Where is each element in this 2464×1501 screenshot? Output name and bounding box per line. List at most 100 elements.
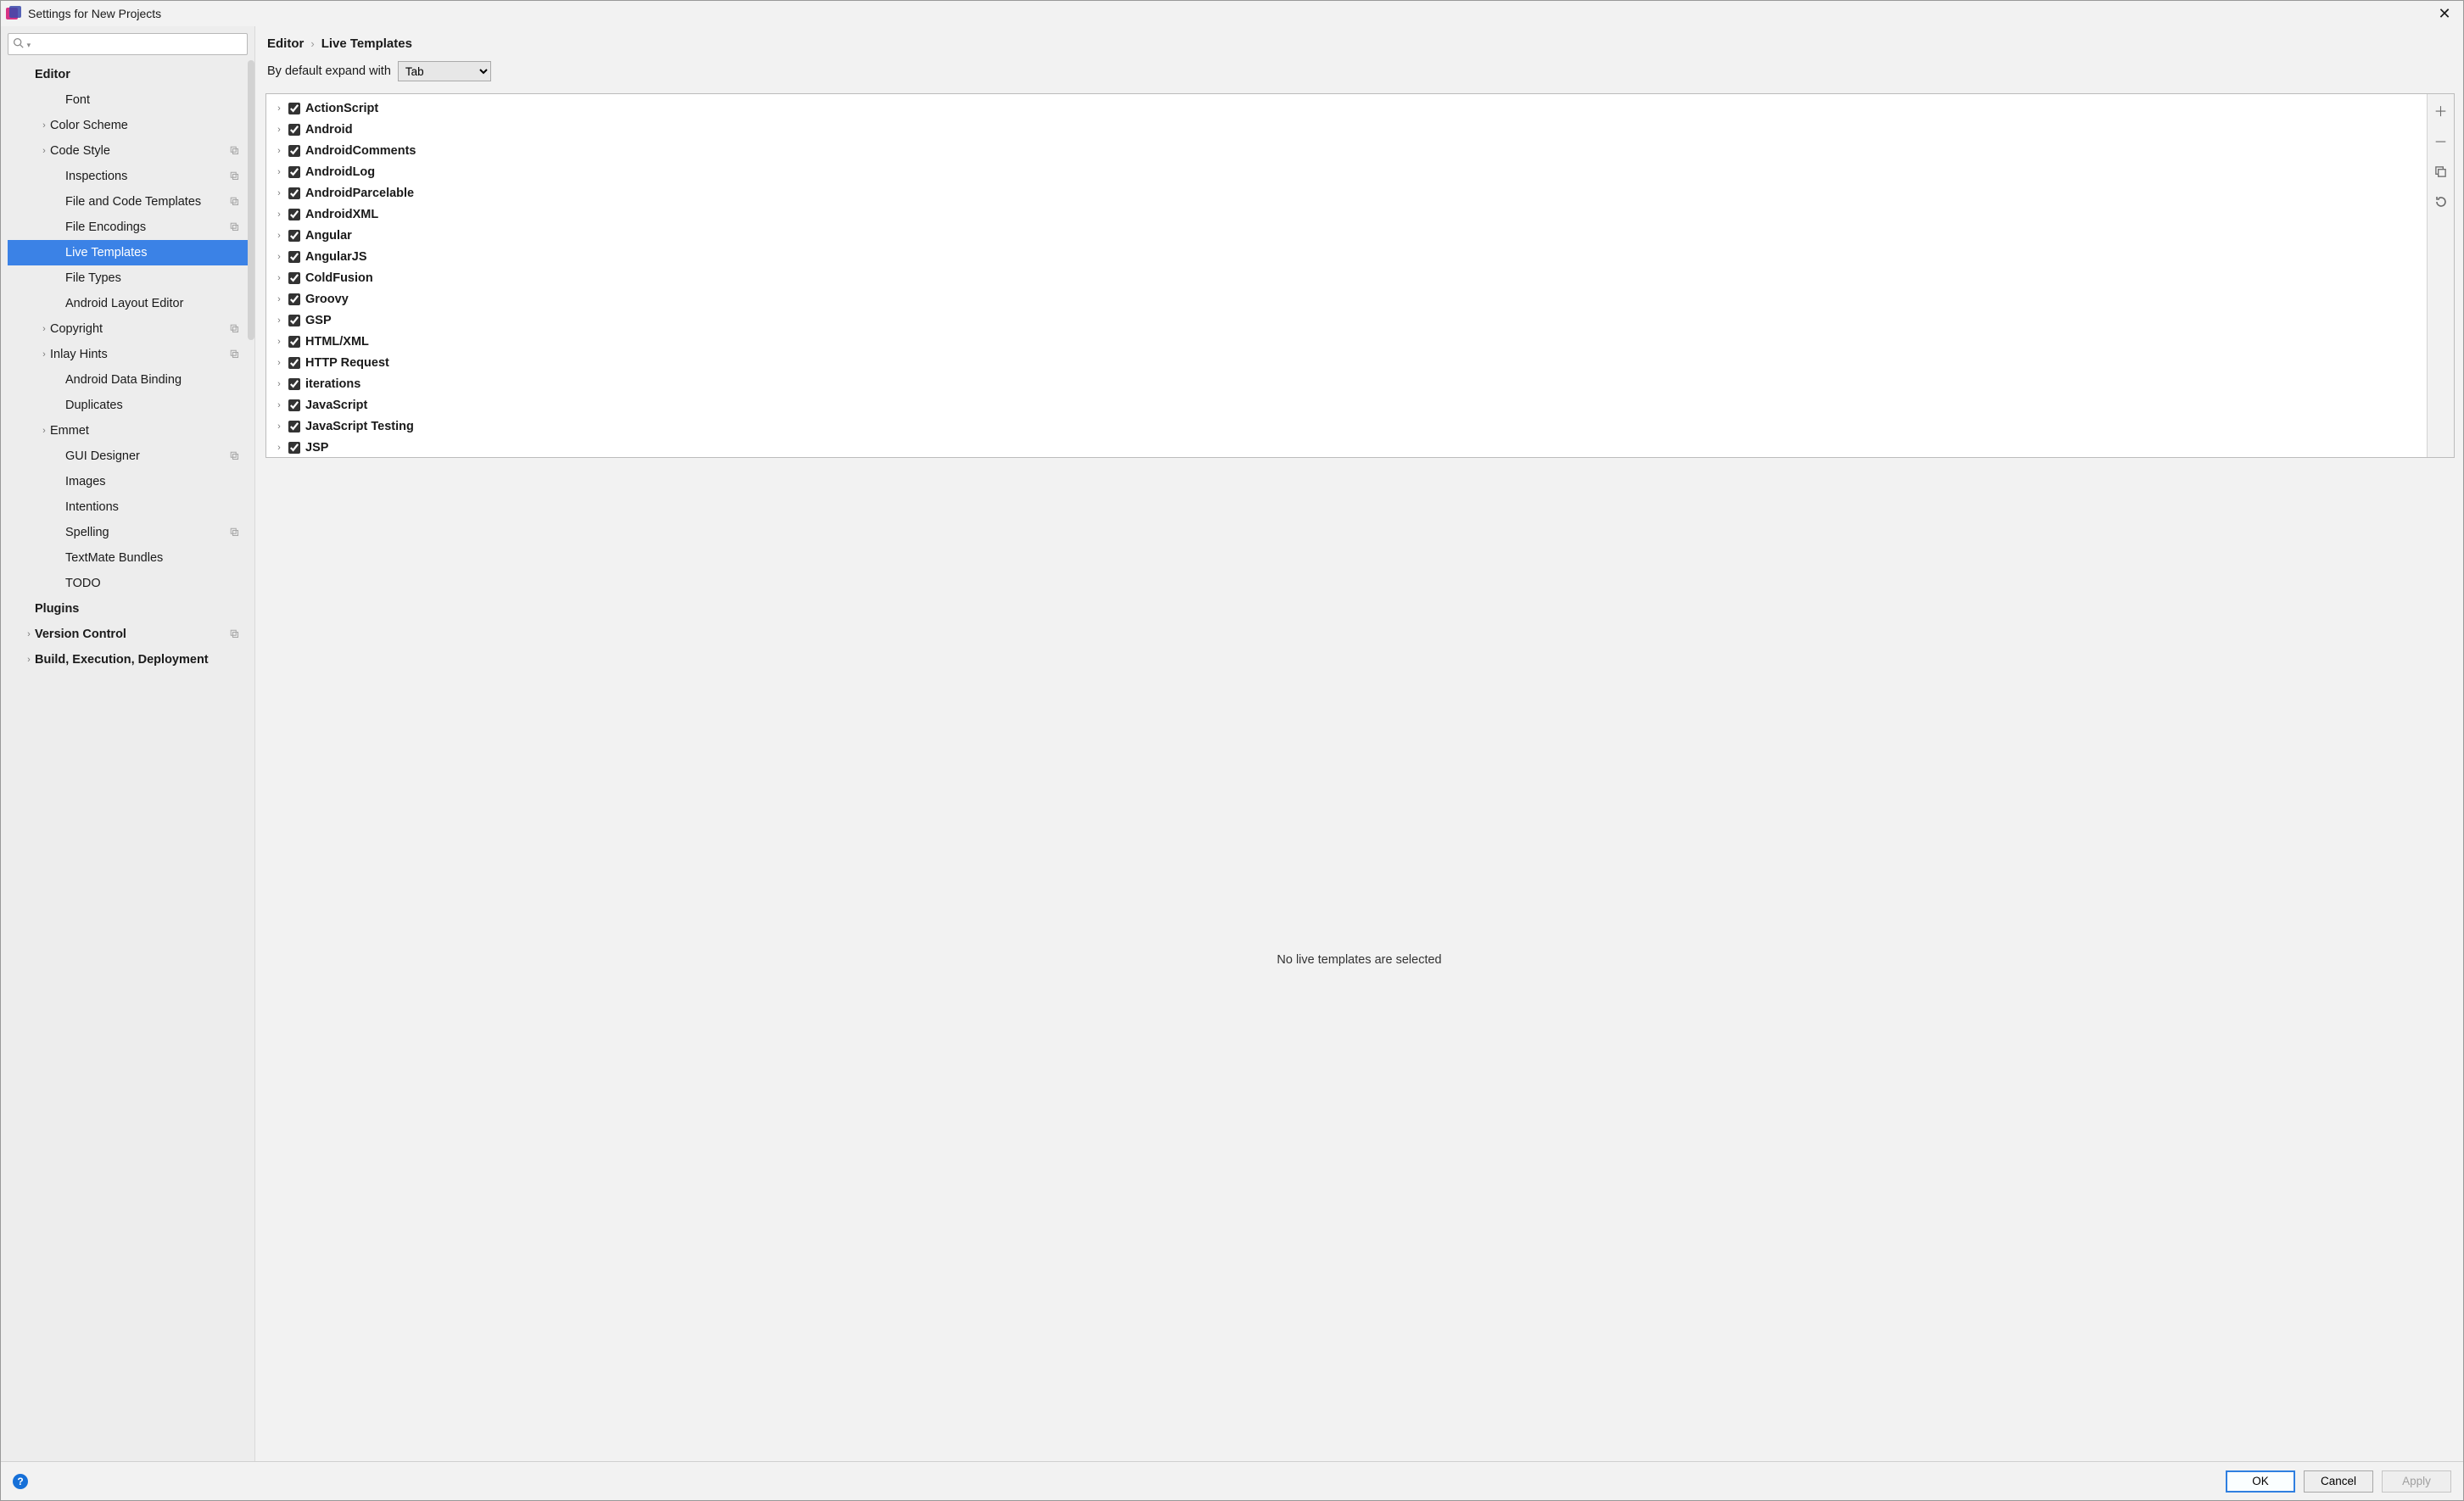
content-pane: Editor › Live Templates By default expan… <box>255 26 2463 1461</box>
settings-tree[interactable]: EditorFont›Color Scheme›Code StyleInspec… <box>8 62 248 1461</box>
chevron-right-icon[interactable]: › <box>273 188 285 198</box>
sidebar-item-label: Live Templates <box>65 246 239 259</box>
sidebar-item[interactable]: Live Templates <box>8 240 248 265</box>
sidebar-item[interactable]: ›Build, Execution, Deployment <box>8 647 248 672</box>
chevron-right-icon[interactable]: › <box>273 358 285 368</box>
default-expand-select[interactable]: Tab <box>398 61 491 81</box>
add-icon[interactable]: ＋ <box>2432 101 2450 120</box>
sidebar-item[interactable]: ›Color Scheme <box>8 113 248 138</box>
chevron-right-icon[interactable]: › <box>273 273 285 283</box>
chevron-right-icon[interactable]: › <box>273 421 285 432</box>
sidebar-item[interactable]: Images <box>8 469 248 494</box>
template-group-checkbox[interactable] <box>288 442 300 454</box>
sidebar-item[interactable]: Duplicates <box>8 393 248 418</box>
chevron-right-icon[interactable]: › <box>273 294 285 304</box>
cancel-button[interactable]: Cancel <box>2304 1470 2373 1493</box>
sidebar-item[interactable]: File Encodings <box>8 215 248 240</box>
template-group-row[interactable]: ›HTML/XML <box>266 331 2427 352</box>
sidebar-item[interactable]: ›Code Style <box>8 138 248 164</box>
template-group-checkbox[interactable] <box>288 124 300 136</box>
sidebar-item-label: Code Style <box>50 144 229 158</box>
breadcrumb-root[interactable]: Editor <box>267 36 304 51</box>
sidebar-item[interactable]: Spelling <box>8 520 248 545</box>
chevron-right-icon[interactable]: › <box>273 337 285 347</box>
template-group-name: JSP <box>305 441 328 455</box>
scheme-copy-icon <box>229 170 239 183</box>
template-group-row[interactable]: ›AngularJS <box>266 246 2427 267</box>
remove-icon[interactable]: － <box>2432 131 2450 150</box>
help-icon[interactable]: ? <box>13 1474 28 1489</box>
search-input[interactable] <box>8 33 248 55</box>
template-group-row[interactable]: ›AndroidXML <box>266 204 2427 225</box>
template-group-row[interactable]: ›iterations <box>266 373 2427 394</box>
sidebar-item[interactable]: TextMate Bundles <box>8 545 248 571</box>
template-group-row[interactable]: › HTTP Request <box>266 352 2427 373</box>
chevron-right-icon[interactable]: › <box>273 209 285 220</box>
template-group-checkbox[interactable] <box>288 103 300 114</box>
sidebar-item-label: TODO <box>65 577 239 590</box>
template-group-row[interactable]: ›AndroidComments <box>266 140 2427 161</box>
template-group-checkbox[interactable] <box>288 421 300 432</box>
sidebar-item[interactable]: Intentions <box>8 494 248 520</box>
template-group-checkbox[interactable] <box>288 293 300 305</box>
template-group-checkbox[interactable] <box>288 357 300 369</box>
sidebar-item[interactable]: Font <box>8 87 248 113</box>
chevron-right-icon[interactable]: › <box>273 231 285 241</box>
template-group-checkbox[interactable] <box>288 187 300 199</box>
sidebar-item[interactable]: Android Layout Editor <box>8 291 248 316</box>
sidebar-item[interactable]: Plugins <box>8 596 248 622</box>
chevron-right-icon[interactable]: › <box>273 252 285 262</box>
sidebar-item-label: Duplicates <box>65 399 239 412</box>
close-icon[interactable]: ✕ <box>2434 3 2455 24</box>
chevron-right-icon[interactable]: › <box>273 167 285 177</box>
template-group-row[interactable]: ›AndroidParcelable <box>266 182 2427 204</box>
template-group-name: HTTP Request <box>305 356 389 370</box>
template-group-row[interactable]: › JSP <box>266 437 2427 457</box>
template-group-row[interactable]: ›GSP <box>266 310 2427 331</box>
sidebar-item[interactable]: GUI Designer <box>8 444 248 469</box>
template-group-row[interactable]: ›JavaScript Testing <box>266 416 2427 437</box>
sidebar-item[interactable]: ›Copyright <box>8 316 248 342</box>
sidebar-item[interactable]: ›Emmet <box>8 418 248 444</box>
sidebar-item[interactable]: ›Inlay Hints <box>8 342 248 367</box>
template-group-checkbox[interactable] <box>288 272 300 284</box>
apply-button[interactable]: Apply <box>2382 1470 2451 1493</box>
sidebar-item-label: Copyright <box>50 322 229 336</box>
template-group-checkbox[interactable] <box>288 378 300 390</box>
sidebar-item[interactable]: TODO <box>8 571 248 596</box>
sidebar-item[interactable]: ›Version Control <box>8 622 248 647</box>
template-group-row[interactable]: ›ActionScript <box>266 98 2427 119</box>
sidebar-item[interactable]: Android Data Binding <box>8 367 248 393</box>
template-group-row[interactable]: ›Angular <box>266 225 2427 246</box>
duplicate-icon[interactable] <box>2432 162 2450 181</box>
settings-sidebar: ▾ EditorFont›Color Scheme›Code StyleInsp… <box>1 26 255 1461</box>
sidebar-item[interactable]: File and Code Templates <box>8 189 248 215</box>
sidebar-item[interactable]: Inspections <box>8 164 248 189</box>
sidebar-item[interactable]: Editor <box>8 62 248 87</box>
chevron-right-icon[interactable]: › <box>273 146 285 156</box>
sidebar-item[interactable]: File Types <box>8 265 248 291</box>
chevron-right-icon[interactable]: › <box>273 400 285 410</box>
sidebar-scrollbar[interactable] <box>248 60 254 340</box>
template-group-checkbox[interactable] <box>288 336 300 348</box>
template-group-row[interactable]: ›AndroidLog <box>266 161 2427 182</box>
chevron-right-icon[interactable]: › <box>273 443 285 453</box>
chevron-right-icon[interactable]: › <box>273 379 285 389</box>
template-group-checkbox[interactable] <box>288 145 300 157</box>
template-group-checkbox[interactable] <box>288 230 300 242</box>
template-group-row[interactable]: ›Groovy <box>266 288 2427 310</box>
template-list[interactable]: ›ActionScript›Android›AndroidComments›An… <box>266 94 2427 457</box>
chevron-right-icon[interactable]: › <box>273 103 285 114</box>
template-group-row[interactable]: ›ColdFusion <box>266 267 2427 288</box>
template-group-row[interactable]: ›Android <box>266 119 2427 140</box>
template-group-checkbox[interactable] <box>288 315 300 326</box>
template-group-checkbox[interactable] <box>288 166 300 178</box>
template-group-checkbox[interactable] <box>288 399 300 411</box>
restore-icon[interactable] <box>2432 193 2450 211</box>
chevron-right-icon[interactable]: › <box>273 315 285 326</box>
template-group-checkbox[interactable] <box>288 209 300 220</box>
template-group-checkbox[interactable] <box>288 251 300 263</box>
template-group-row[interactable]: ›JavaScript <box>266 394 2427 416</box>
chevron-right-icon[interactable]: › <box>273 125 285 135</box>
ok-button[interactable]: OK <box>2226 1470 2295 1493</box>
